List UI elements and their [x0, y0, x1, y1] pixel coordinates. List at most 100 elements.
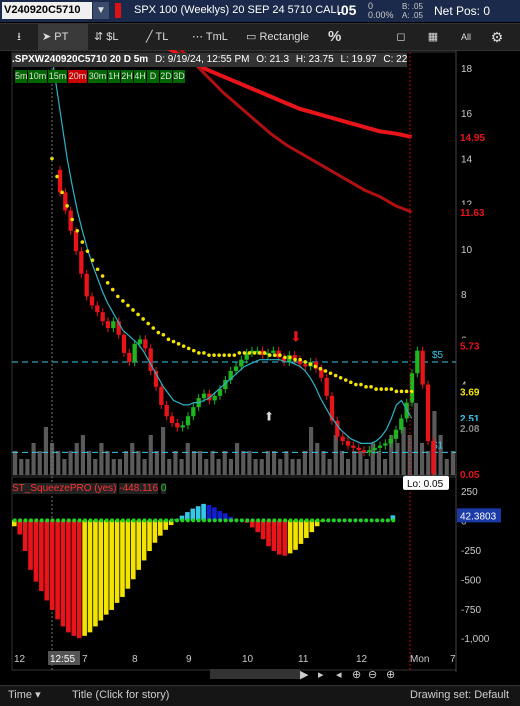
candle-body	[425, 384, 431, 442]
rectangle-label: Rectangle	[259, 31, 309, 43]
pointer-tool-button[interactable]: ➤ PT	[38, 24, 88, 50]
timeframe-2H[interactable]: 2H	[121, 70, 133, 83]
squeeze-dot	[142, 518, 147, 523]
timeframe-3D[interactable]: 3D	[173, 70, 185, 83]
symbol-input[interactable]: V240920C5710	[2, 2, 92, 19]
squeeze-bar	[44, 520, 50, 601]
squeeze-bar	[201, 503, 206, 521]
ma-yellow-dot	[364, 385, 368, 389]
volume-bar	[43, 427, 48, 475]
squeeze-bar	[271, 520, 277, 551]
timeframe-20m[interactable]: 20m	[68, 70, 87, 83]
flag-icon[interactable]	[115, 3, 121, 18]
volume-bar	[346, 459, 351, 475]
trendline-tool-button[interactable]: ╱ TL	[146, 24, 184, 50]
squeeze-bar	[260, 520, 266, 540]
timeframe-D[interactable]: D	[147, 70, 159, 83]
squeeze-bar	[28, 520, 33, 570]
timeframe-5m[interactable]: 5m	[15, 70, 28, 83]
volume-bar	[321, 451, 326, 475]
ma-yellow-dot	[146, 321, 151, 326]
squeeze-dot	[375, 518, 380, 523]
volume-bar	[376, 451, 381, 475]
candle-body	[271, 350, 276, 353]
timeframe-4H[interactable]: 4H	[134, 70, 146, 83]
squeeze-dot	[158, 518, 163, 523]
squeeze-bar	[49, 520, 55, 610]
timeframe-2D[interactable]: 2D	[160, 70, 172, 83]
ma-yellow-dot	[313, 364, 318, 369]
percent-tool-button[interactable]: %	[328, 24, 348, 50]
timeframe-1H[interactable]: 1H	[108, 70, 120, 83]
drawing-toolbar: ⭳ ➤ PT ⇵ $L ╱ TL ⋯ TmL ▭ Rectangle % ◻ ▦…	[0, 23, 520, 51]
volume-bar	[142, 459, 147, 475]
cursor-icon[interactable]: ⊕	[386, 669, 395, 681]
title-link[interactable]: Title (Click for story)	[72, 686, 169, 704]
squeeze-bar	[103, 520, 109, 615]
squeeze-last-label: 42.3803	[460, 511, 497, 522]
pin-icon[interactable]: ⭳	[4, 24, 34, 50]
candle-body	[57, 169, 63, 193]
candle-body	[201, 393, 207, 399]
candle-body	[89, 296, 95, 306]
squeeze-dot	[234, 518, 239, 523]
squeeze-bar	[206, 505, 212, 521]
last-price: .05	[337, 2, 357, 18]
ma-yellow-dot	[242, 351, 247, 355]
volume-bar	[130, 443, 135, 475]
volume-bar	[124, 451, 129, 475]
squeeze-bar	[158, 520, 163, 536]
all-button[interactable]: All	[455, 24, 477, 50]
rectangle-tool-button[interactable]: ▭ Rectangle	[246, 24, 318, 50]
squeeze-bar	[293, 520, 298, 550]
search-icon[interactable]: ⊖	[368, 669, 377, 681]
ma-yellow-dot	[202, 351, 206, 355]
zoom-in-icon[interactable]: ◂	[336, 669, 342, 681]
squeeze-dot	[93, 518, 98, 523]
squeeze-bar	[125, 520, 131, 589]
chart-canvas[interactable]: 24681012141618$5$1⬇⬆14.9511.635.733.692.…	[0, 50, 520, 685]
squeeze-dot	[12, 518, 17, 523]
timeline-tool-button[interactable]: ⋯ TmL	[192, 24, 238, 50]
ma-yellow-dot	[131, 308, 135, 312]
volume-bar	[191, 451, 196, 475]
square-icon[interactable]: ◻	[390, 24, 412, 50]
timeframe-30m[interactable]: 30m	[88, 70, 107, 83]
candle-body	[105, 321, 111, 329]
volume-bar	[420, 443, 425, 475]
timeframe-15m[interactable]: 15m	[48, 70, 67, 83]
ma-yellow-dot	[70, 217, 75, 222]
symbol-dropdown-button[interactable]: ▼	[93, 2, 109, 19]
squeeze-dot	[342, 518, 347, 523]
squeeze-tick-label: -1,000	[461, 634, 490, 645]
squeeze-dot	[55, 518, 60, 523]
drawing-set-dropdown[interactable]: Drawing set: Default	[410, 686, 509, 704]
ma-yellow-dot	[278, 353, 282, 357]
squeeze-dot	[304, 518, 309, 523]
price-tag-label: 14.95	[460, 133, 485, 144]
candle-body	[303, 364, 308, 367]
candle-body	[393, 429, 399, 439]
squeeze-bar	[282, 520, 288, 556]
price-tick-label: 10	[461, 245, 473, 256]
volume-bar	[68, 451, 73, 475]
volume-bar	[284, 451, 289, 475]
pt-label: PT	[54, 31, 69, 43]
squeeze-bar	[304, 520, 309, 539]
time-dropdown[interactable]: Time ▾	[8, 686, 41, 704]
squeeze-bar	[33, 520, 39, 582]
scroll-right-icon[interactable]: ▶	[300, 669, 309, 681]
price-level-tool-button[interactable]: ⇵ $L	[94, 24, 138, 50]
zoom-fit-icon[interactable]: ▸	[318, 669, 324, 681]
net-position: Net Pos: 0	[434, 4, 491, 18]
candle-body	[143, 339, 148, 349]
price-tag-label: 11.63	[460, 208, 485, 219]
timeframe-10m[interactable]: 10m	[28, 70, 47, 83]
candle-body	[431, 441, 436, 474]
gear-icon[interactable]: ⚙	[486, 24, 508, 50]
squeeze-dot	[191, 518, 196, 523]
grid-icon[interactable]: ▦	[422, 24, 444, 50]
volume-bar	[259, 459, 264, 475]
zoom-out-icon[interactable]: ⊕	[352, 669, 361, 681]
squeeze-bar	[66, 520, 71, 633]
